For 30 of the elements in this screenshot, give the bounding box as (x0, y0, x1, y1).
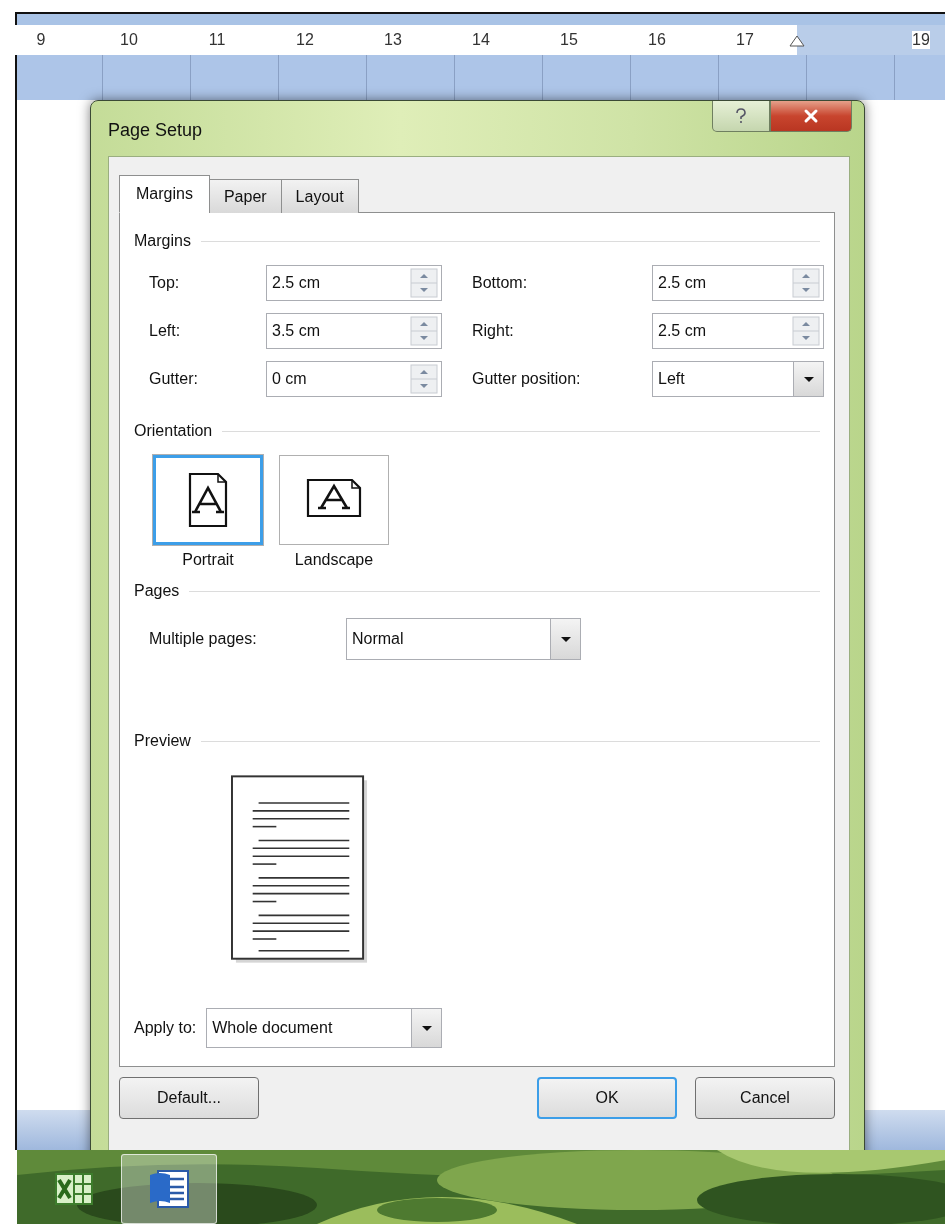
spin-field[interactable]: 0 cm (266, 361, 442, 397)
tab[interactable]: Layout (280, 179, 359, 213)
option-label: Portrait (182, 551, 234, 569)
field-label: Bottom: (472, 274, 529, 292)
window-title: Page Setup (108, 120, 203, 141)
tab[interactable]: Margins (119, 175, 210, 213)
field-label: Gutter position: (472, 370, 582, 388)
spin-field[interactable]: 3.5 cm (266, 313, 442, 349)
spin-field[interactable]: 2.5 cm (652, 265, 824, 301)
section-heading: Margins (134, 232, 191, 250)
ruler-number: 19 (912, 31, 930, 49)
section-heading: Orientation (134, 422, 213, 440)
section-heading: Pages (134, 582, 180, 600)
dialog-button[interactable]: Cancel (695, 1077, 835, 1119)
field-label: Right: (472, 322, 515, 340)
dialog-button[interactable]: OK (537, 1077, 677, 1119)
dropdown[interactable]: Normal (346, 618, 581, 660)
field-label: Top: (149, 274, 181, 292)
field-label: Apply to: (134, 1019, 197, 1037)
option-label: Landscape (294, 551, 374, 569)
tab[interactable]: Paper (208, 179, 282, 213)
spin-field[interactable]: 2.5 cm (266, 265, 442, 301)
field-label: Left: (149, 322, 182, 340)
section-heading: Preview (134, 732, 191, 750)
field-label: Multiple pages: (149, 630, 258, 648)
dropdown[interactable]: Whole document (206, 1008, 443, 1048)
field-label: Gutter: (149, 370, 199, 388)
spin-field[interactable]: 2.5 cm (652, 313, 824, 349)
dropdown[interactable]: Left (652, 361, 824, 397)
dialog-button[interactable]: Default... (119, 1077, 259, 1119)
